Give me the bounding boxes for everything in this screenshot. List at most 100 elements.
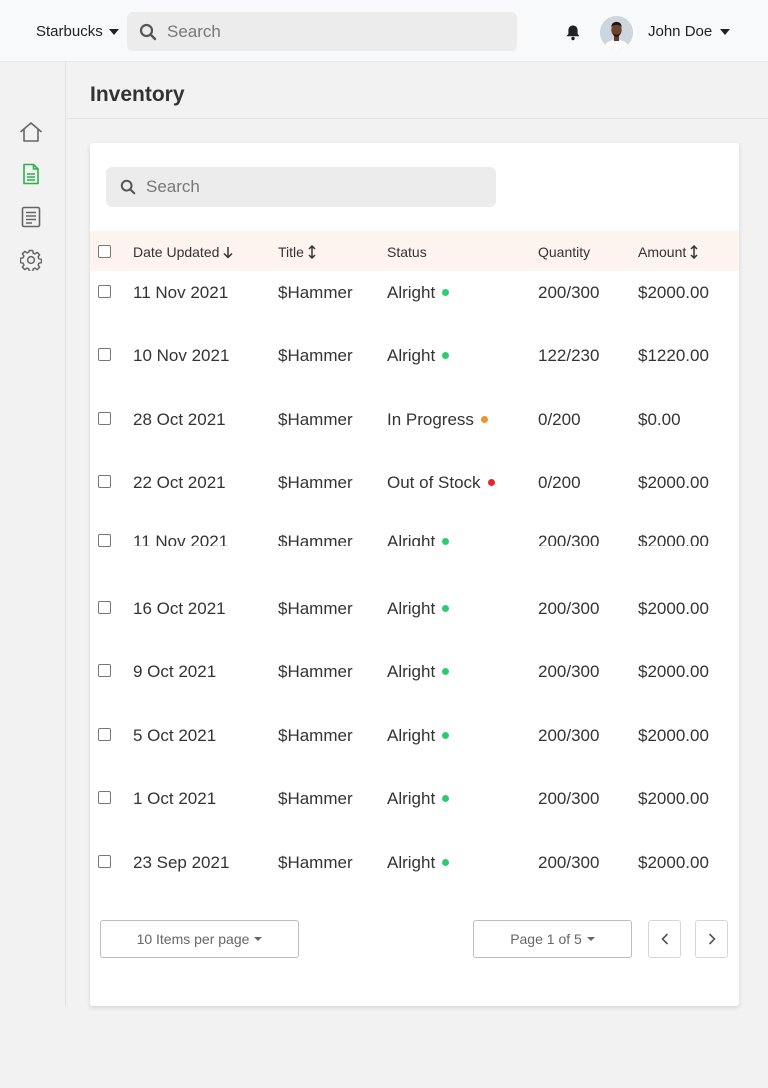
sidebar-item-settings[interactable] — [18, 247, 44, 273]
cell-title-text: $Hammer — [278, 726, 353, 745]
top-search-box[interactable] — [127, 12, 517, 51]
chevron-down-icon — [586, 937, 595, 941]
cell-date-text: 16 Oct 2021 — [133, 599, 226, 618]
items-per-page-dropdown[interactable]: 10 Items per page — [100, 920, 299, 958]
table-row[interactable]: 23 Sep 2021 $Hammer Alright 200/300 $2000.00 — [90, 841, 739, 904]
cell-date-text: 9 Oct 2021 — [133, 662, 217, 681]
select-all-checkbox[interactable] — [98, 245, 111, 258]
cell-quantity-text: 122/230 — [538, 346, 600, 365]
previous-page-button[interactable] — [648, 920, 681, 958]
table-row[interactable]: 28 Oct 2021 $Hammer In Progress 0/200 $0.00 — [90, 398, 739, 461]
cell-date: 22 Oct 2021 — [133, 473, 226, 493]
cell-date-text: 11 Nov 2021 — [133, 532, 229, 546]
row-checkbox[interactable] — [98, 475, 111, 488]
cell-amount-text: $2000.00 — [638, 532, 709, 546]
page-select-dropdown[interactable]: Page 1 of 5 — [473, 920, 632, 958]
cell-date: 10 Nov 2021 — [133, 346, 229, 366]
divider — [67, 118, 768, 119]
cell-amount-text: $1220.00 — [638, 346, 709, 365]
table-header: Date Updated Title Status Quantity Amoun… — [90, 231, 739, 271]
user-menu[interactable]: John Doe — [648, 23, 731, 40]
column-header-amount-label: Amount — [638, 244, 687, 260]
sort-icon — [690, 245, 698, 259]
cell-title-text: $Hammer — [278, 532, 353, 546]
cell-quantity-text: 200/300 — [538, 726, 600, 745]
sidebar-item-home[interactable] — [18, 119, 44, 145]
column-header-title[interactable]: Title — [278, 244, 316, 260]
cell-date: 1 Oct 2021 — [133, 789, 216, 809]
cell-status: Alright — [387, 346, 450, 366]
cell-quantity: 200/300 — [538, 599, 599, 619]
column-header-date[interactable]: Date Updated — [133, 244, 233, 260]
next-page-button[interactable] — [695, 920, 728, 958]
sidebar-item-reports[interactable] — [18, 204, 44, 230]
chevron-down-icon — [108, 28, 119, 35]
cell-status-text: In Progress — [387, 410, 474, 429]
cell-date-text: 1 Oct 2021 — [133, 789, 217, 808]
table-row[interactable]: 10 Nov 2021 $Hammer Alright 122/230 $1220.00 — [90, 334, 739, 397]
cell-date-text: 22 Oct 2021 — [133, 473, 226, 492]
cell-title: $Hammer — [278, 726, 353, 746]
cell-status: Alright — [387, 789, 450, 809]
cell-date: 23 Sep 2021 — [133, 853, 229, 873]
table-row[interactable]: 11 Nov 2021 $Hammer Alright 200/300 $2000.00 — [90, 271, 739, 334]
cell-title-text: $Hammer — [278, 599, 353, 618]
inventory-search-input[interactable] — [146, 177, 446, 197]
store-selector[interactable]: Starbucks — [36, 23, 119, 40]
cell-quantity-text: 200/300 — [538, 283, 600, 302]
gear-icon — [20, 249, 42, 271]
row-checkbox[interactable] — [98, 855, 111, 868]
cell-amount: $2000.00 — [638, 473, 709, 493]
table-row[interactable]: 1 Oct 2021 $Hammer Alright 200/300 $2000.00 — [90, 777, 739, 840]
inventory-search-box[interactable] — [106, 167, 496, 207]
top-search-input[interactable] — [167, 21, 467, 42]
row-checkbox[interactable] — [98, 728, 111, 741]
table-row[interactable]: 5 Oct 2021 $Hammer Alright 200/300 $2000.00 — [90, 714, 739, 777]
row-checkbox[interactable] — [98, 534, 111, 547]
cell-status-text: Alright — [387, 532, 436, 546]
search-icon — [139, 23, 157, 40]
cell-amount: $2000.00 — [638, 532, 709, 546]
cell-status: Alright — [387, 726, 450, 746]
row-checkbox[interactable] — [98, 664, 111, 677]
cell-status-text: Alright — [387, 853, 436, 872]
table-row[interactable]: 9 Oct 2021 $Hammer Alright 200/300 $2000.00 — [90, 650, 739, 713]
cell-status-text: Alright — [387, 599, 436, 618]
cell-status: Alright — [387, 662, 450, 682]
top-bar: Starbucks John Doe — [0, 0, 768, 62]
table-row[interactable]: 22 Oct 2021 $Hammer Out of Stock 0/200 $2000… — [90, 461, 739, 524]
cell-amount: $2000.00 — [638, 599, 709, 619]
status-dot-icon — [442, 732, 450, 740]
row-checkbox[interactable] — [98, 601, 111, 614]
bell-icon[interactable] — [565, 24, 581, 41]
column-header-quantity-label: Quantity — [538, 244, 591, 260]
page-label: Page 1 of 5 — [510, 931, 582, 947]
cell-title: $Hammer — [278, 853, 353, 873]
cell-title: $Hammer — [278, 532, 353, 546]
sort-icon — [308, 245, 316, 259]
row-checkbox[interactable] — [98, 285, 111, 298]
cell-quantity: 200/300 — [538, 662, 599, 682]
column-header-amount[interactable]: Amount — [638, 244, 698, 260]
row-checkbox[interactable] — [98, 791, 111, 804]
cell-amount-text: $2000.00 — [638, 726, 709, 745]
cell-title-text: $Hammer — [278, 410, 353, 429]
cell-title-text: $Hammer — [278, 346, 353, 365]
column-header-date-label: Date Updated — [133, 244, 220, 260]
table-row[interactable]: 11 Nov 2021 $Hammer Alright 200/300 $2000.00 — [90, 524, 739, 587]
avatar[interactable] — [600, 16, 633, 49]
cell-status-text: Out of Stock — [387, 473, 481, 492]
status-dot-icon — [442, 668, 450, 676]
row-checkbox[interactable] — [98, 348, 111, 361]
cell-status: Alright — [387, 283, 450, 303]
cell-amount-text: $2000.00 — [638, 853, 709, 872]
chevron-down-icon — [254, 937, 263, 941]
cell-quantity-text: 0/200 — [538, 410, 581, 429]
column-header-title-label: Title — [278, 244, 304, 260]
row-checkbox[interactable] — [98, 412, 111, 425]
sidebar-item-documents[interactable] — [18, 161, 44, 187]
cell-amount: $0.00 — [638, 410, 681, 430]
status-dot-icon — [442, 795, 450, 803]
cell-title: $Hammer — [278, 599, 353, 619]
table-row[interactable]: 16 Oct 2021 $Hammer Alright 200/300 $2000.00 — [90, 587, 739, 650]
